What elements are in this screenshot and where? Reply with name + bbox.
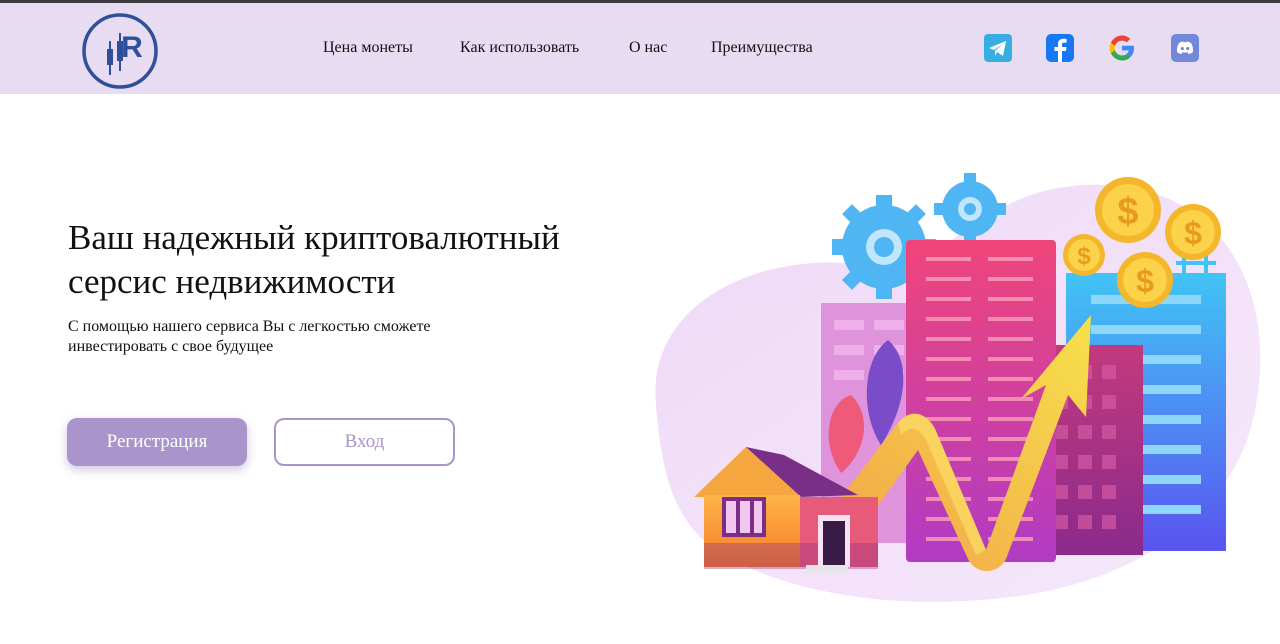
- coin-icon: $: [1165, 204, 1221, 260]
- nav-advantages[interactable]: Преимущества: [711, 39, 813, 57]
- svg-text:$: $: [1184, 215, 1202, 251]
- discord-icon[interactable]: [1170, 33, 1200, 63]
- hero-subtitle-line-1: С помощью нашего сервиса Вы с легкостью …: [68, 318, 431, 335]
- register-button[interactable]: Регистрация: [67, 418, 247, 466]
- login-button[interactable]: Вход: [274, 418, 455, 466]
- hero-subtitle: С помощью нашего сервиса Вы с легкостью …: [68, 317, 488, 357]
- hero-title-line-2: серсис недвижимости: [68, 262, 396, 301]
- nav-about[interactable]: О нас: [629, 39, 667, 57]
- hero-illustration: $ $ $ $: [655, 173, 1261, 602]
- svg-text:$: $: [1136, 263, 1154, 299]
- coin-icon: $: [1063, 234, 1105, 276]
- main-nav: Цена монеты Как использовать О нас Преим…: [0, 3, 1280, 94]
- hero-subtitle-line-2: инвестировать с свое будущее: [68, 338, 274, 355]
- site-header: R Цена монеты Как использовать О нас Пре…: [0, 3, 1280, 94]
- svg-text:$: $: [1077, 243, 1091, 270]
- nav-coin-price[interactable]: Цена монеты: [323, 39, 413, 57]
- facebook-icon[interactable]: [1045, 33, 1075, 63]
- hero-title: Ваш надежный криптовалютный серсис недви…: [68, 216, 628, 304]
- telegram-icon[interactable]: [983, 33, 1013, 63]
- nav-how-to-use[interactable]: Как использовать: [460, 39, 579, 57]
- hero-title-line-1: Ваш надежный криптовалютный: [68, 218, 560, 257]
- coin-icon: $: [1117, 252, 1173, 308]
- coin-icon: $: [1095, 177, 1161, 243]
- svg-text:$: $: [1117, 191, 1138, 233]
- google-icon[interactable]: [1107, 33, 1137, 63]
